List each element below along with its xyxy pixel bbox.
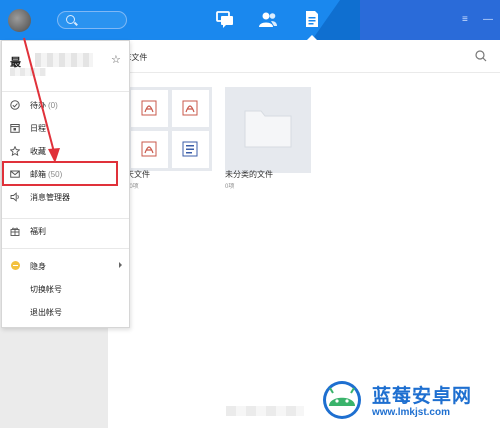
watermark-logo [323, 381, 361, 419]
annotation-arrow [23, 37, 60, 163]
watermark-title: 蓝莓安卓网 [372, 386, 473, 407]
watermark-url: www.lmkjst.com [372, 407, 450, 418]
